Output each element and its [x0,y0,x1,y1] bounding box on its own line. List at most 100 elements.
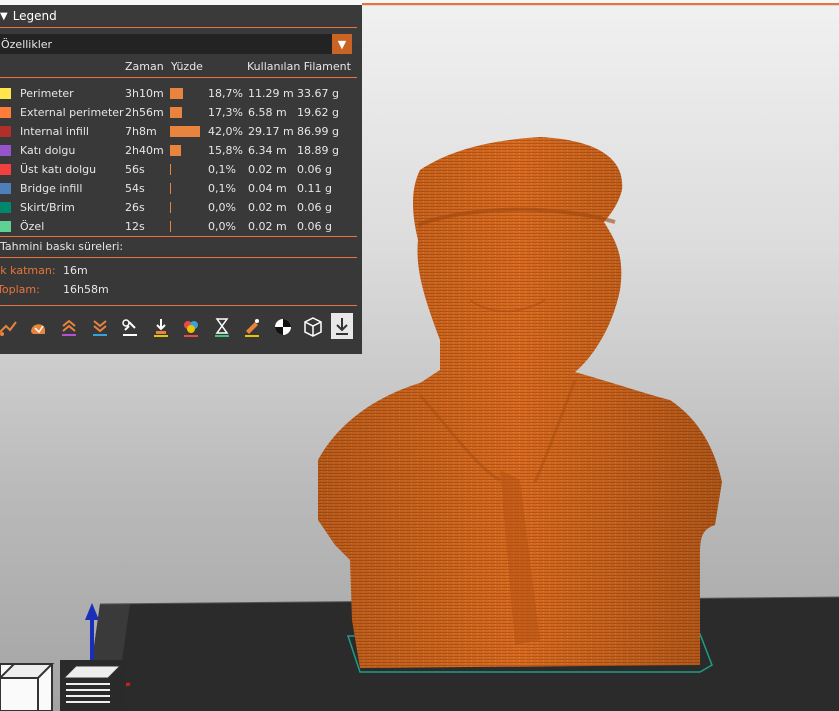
percent-bar [170,88,183,99]
legend-row[interactable]: Skirt/Brim 26s 0,0% 0.02 m 0.06 g [0,199,357,218]
export-icon[interactable] [331,313,353,339]
feature-name: Skirt/Brim [20,201,75,214]
filament-weight: 0.06 g [297,220,332,233]
percent-bar [170,145,181,156]
legend-header[interactable]: ▼ Legend [0,5,362,27]
view-type-select[interactable]: Özellikler ▼ [0,34,352,54]
estimated-times-label: Tahmini baskı süreleri: [0,240,124,253]
column-filament: Kullanılan Filament [247,60,351,73]
legend-row[interactable]: Internal infill 7h8m 42,0% 29.17 m 86.99 g [0,123,357,142]
feature-percent: 0,0% [208,220,236,233]
tool-marker-icon[interactable] [301,315,325,339]
total-label: Toplam: [0,283,40,296]
filament-weight: 18.89 g [297,144,339,157]
feature-name: External perimeter [20,106,124,119]
color-swatch [0,107,11,118]
feature-time: 56s [125,163,145,176]
legend-row[interactable]: Katı dolgu 2h40m 15,8% 6.34 m 18.89 g [0,142,357,161]
feature-name: Perimeter [20,87,74,100]
pause-icon[interactable] [179,315,203,339]
feature-name: Özel [20,220,45,233]
filament-weight: 0.11 g [297,182,332,195]
percent-bar [170,202,171,213]
feature-percent: 18,7% [208,87,243,100]
divider [0,236,357,237]
feature-percent: 42,0% [208,125,243,138]
filament-weight: 0.06 g [297,201,332,214]
feature-percent: 15,8% [208,144,243,157]
feature-time: 54s [125,182,145,195]
custom-gcode-icon[interactable] [210,315,234,339]
filament-length: 29.17 m [248,125,294,138]
filament-length: 0.04 m [248,182,287,195]
feature-time: 3h10m [125,87,164,100]
filament-length: 6.34 m [248,144,287,157]
legend-row[interactable]: External perimeter 2h56m 17,3% 6.58 m 19.62 … [0,104,357,123]
wipe-icon[interactable] [57,315,81,339]
shells-icon[interactable] [271,315,295,339]
view-type-value: Özellikler [1,37,53,51]
feature-name: Katı dolgu [20,144,76,157]
filament-weight: 86.99 g [297,125,339,138]
color-swatch [0,126,11,137]
legend-row[interactable]: Bridge infill 54s 0,1% 0.04 m 0.11 g [0,180,357,199]
retractions-icon[interactable] [26,315,50,339]
feature-percent: 17,3% [208,106,243,119]
feature-time: 12s [125,220,145,233]
percent-bar [170,183,171,194]
feature-time: 26s [125,201,145,214]
feature-percent: 0,1% [208,163,236,176]
layer-view-icon[interactable] [60,660,126,711]
column-percent: Yüzde [171,60,203,73]
color-swatch [0,88,11,99]
color-swatch [0,164,11,175]
divider [0,305,357,306]
legend-title: Legend [12,9,57,23]
filament-length: 0.02 m [248,201,287,214]
filament-length: 0.02 m [248,220,287,233]
legend-toolbar [0,313,362,345]
color-swatch [0,202,11,213]
legend-row[interactable]: Üst katı dolgu 56s 0,1% 0.02 m 0.06 g [0,161,357,180]
divider [0,27,357,28]
legend-panel: ▼ Legend Özellikler ▼ Zaman Yüzde Kullan… [0,5,362,354]
feature-name: Internal infill [20,125,89,138]
center-of-gravity-icon[interactable] [240,315,264,339]
first-layer-label: İlk katman: [0,264,56,277]
view-mode-cube-icon[interactable] [0,663,55,711]
total-value: 16h58m [63,283,109,296]
tool-changes-icon[interactable] [118,315,142,339]
printed-model-bust [318,137,722,668]
feature-time: 2h40m [125,144,164,157]
feature-percent: 0,1% [208,182,236,195]
color-swatch [0,183,11,194]
filament-length: 6.58 m [248,106,287,119]
divider [0,257,357,258]
percent-bar [170,221,171,232]
first-layer-value: 16m [63,264,88,277]
filament-weight: 19.62 g [297,106,339,119]
filament-length: 0.02 m [248,163,287,176]
color-changes-icon[interactable] [149,315,173,339]
filament-weight: 33.67 g [297,87,339,100]
chevron-down-icon[interactable]: ▼ [332,34,352,54]
feature-percent: 0,0% [208,201,236,214]
divider [0,77,357,78]
feature-name: Bridge infill [20,182,83,195]
legend-row[interactable]: Perimeter 3h10m 18,7% 11.29 m 33.67 g [0,85,357,104]
percent-bar [170,126,200,137]
collapse-triangle-icon[interactable]: ▼ [0,11,8,22]
travel-icon[interactable] [0,315,20,339]
percent-bar [170,107,182,118]
filament-weight: 0.06 g [297,163,332,176]
column-time: Zaman [125,60,164,73]
seams-icon[interactable] [88,315,112,339]
color-swatch [0,221,11,232]
feature-time: 7h8m [125,125,157,138]
percent-bar [170,164,171,175]
3d-viewport[interactable]: ▼ Legend Özellikler ▼ Zaman Yüzde Kullan… [0,0,839,711]
feature-name: Üst katı dolgu [20,163,97,176]
legend-row[interactable]: Özel 12s 0,0% 0.02 m 0.06 g [0,218,357,237]
feature-time: 2h56m [125,106,164,119]
color-swatch [0,145,11,156]
